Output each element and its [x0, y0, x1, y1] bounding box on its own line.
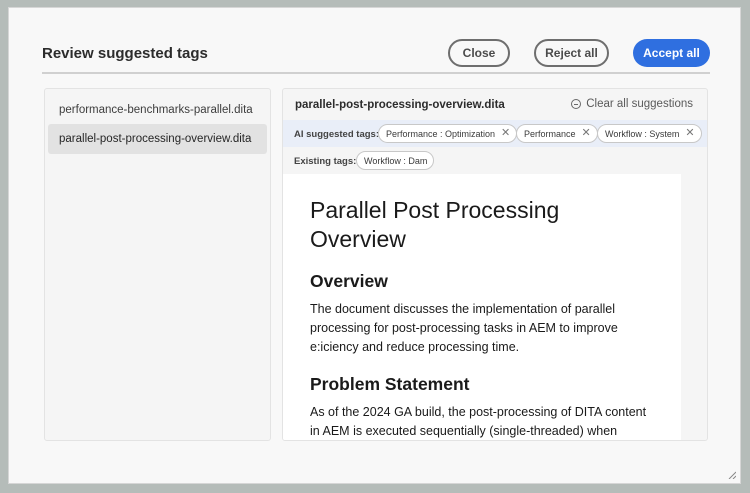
document-title: Parallel Post Processing Overview [310, 197, 560, 252]
tag-label: Performance [524, 128, 576, 139]
ai-suggested-tags-row: AI suggested tags: Performance : Optimiz… [283, 120, 707, 147]
reject-all-button[interactable]: Reject all [534, 39, 609, 67]
accept-all-button[interactable]: Accept all [633, 39, 710, 67]
existing-tags-label: Existing tags: [294, 156, 357, 167]
remove-tag-icon[interactable]: ✕ [501, 128, 510, 139]
existing-tag: Workflow : Dam [356, 151, 435, 170]
tag-label: Workflow : System [605, 128, 680, 139]
file-detail-panel: parallel-post-processing-overview.dita C… [282, 88, 708, 441]
dialog-title: Review suggested tags [42, 45, 208, 62]
ai-tag: Performance : Optimization ✕ [378, 124, 518, 143]
detail-filename: parallel-post-processing-overview.dita [295, 99, 505, 111]
remove-tag-icon[interactable]: ✕ [685, 128, 694, 139]
file-list-item-selected[interactable]: parallel-post-processing-overview.dita [48, 124, 267, 154]
file-list-item[interactable]: performance-benchmarks-parallel.dita [48, 95, 267, 125]
file-list: performance-benchmarks-parallel.dita par… [44, 88, 271, 441]
header-divider [42, 72, 710, 74]
detail-header: parallel-post-processing-overview.dita C… [283, 89, 707, 120]
clear-all-label: Clear all suggestions [586, 98, 693, 110]
section-body: As of the 2024 GA build, the post-proces… [310, 405, 647, 438]
remove-tag-icon[interactable]: ✕ [582, 128, 591, 139]
review-tags-dialog: Review suggested tags Close Reject all A… [8, 7, 741, 484]
section-heading: Overview [310, 271, 388, 291]
clear-all-suggestions-button[interactable]: Clear all suggestions [571, 98, 693, 110]
resize-handle-icon[interactable] [728, 471, 736, 479]
existing-tags-row: Existing tags: Workflow : Dam [283, 147, 707, 174]
ai-tag: Workflow : System ✕ [597, 124, 702, 143]
ai-tags-label: AI suggested tags: [294, 129, 379, 140]
section-body: The document discusses the implementatio… [310, 302, 618, 354]
tag-label: Performance : Optimization [386, 128, 496, 139]
document-preview[interactable]: Parallel Post Processing Overview Overvi… [283, 174, 681, 440]
section-heading: Problem Statement [310, 374, 470, 394]
ai-tag: Performance ✕ [516, 124, 598, 143]
minus-circle-icon [571, 99, 582, 109]
close-button[interactable]: Close [448, 39, 510, 67]
